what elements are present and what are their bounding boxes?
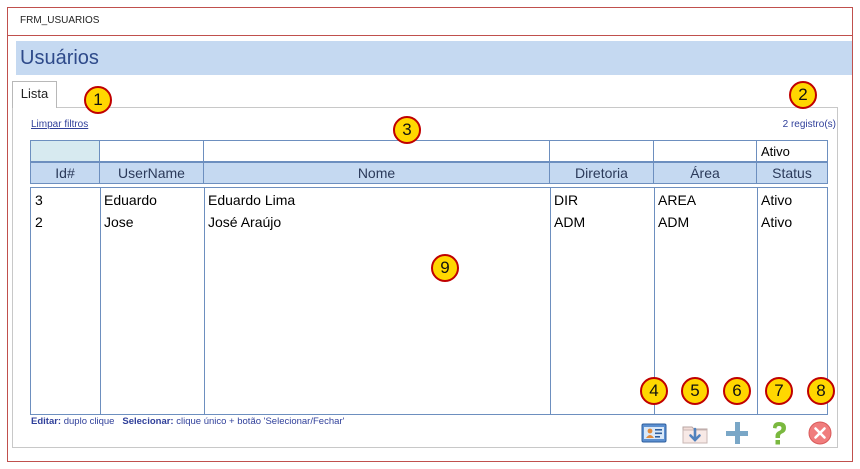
close-icon [808, 421, 832, 445]
cell-diretoria: ADM [554, 214, 586, 230]
filter-row: Ativo [30, 140, 828, 162]
cell-nome: Eduardo Lima [208, 192, 296, 208]
filter-area[interactable] [654, 141, 757, 161]
hint-select-text: clique único + botão 'Selecionar/Fechar' [176, 416, 345, 427]
export-folder-icon [682, 426, 708, 444]
help-button[interactable] [764, 418, 794, 448]
cell-area: ADM [658, 214, 690, 230]
column-header-id[interactable]: Id# [31, 163, 100, 183]
callout-2: 2 [789, 81, 817, 109]
cell-diretoria: DIR [554, 192, 579, 208]
close-button[interactable] [805, 418, 835, 448]
table-row[interactable]: 3 Eduardo Eduardo Lima DIR AREA Ativo [31, 189, 827, 211]
column-header-area[interactable]: Área [654, 163, 757, 183]
hint-select-label: Selecionar: [122, 416, 174, 427]
hint-edit-label: Editar: [31, 416, 62, 427]
title-separator [8, 35, 852, 36]
add-button[interactable] [722, 418, 752, 448]
filter-status[interactable]: Ativo [757, 141, 827, 161]
column-header-diretoria[interactable]: Diretoria [550, 163, 654, 183]
filter-id[interactable] [31, 141, 100, 161]
clear-filters-link[interactable]: Limpar filtros [31, 119, 88, 130]
hint-edit-text: duplo clique [63, 416, 115, 427]
tab-lista[interactable]: Lista [12, 81, 57, 108]
cell-nome: José Araújo [208, 214, 282, 230]
callout-3: 3 [393, 116, 421, 144]
cell-id: 2 [35, 214, 43, 230]
plus-icon [726, 422, 748, 444]
column-header-username[interactable]: UserName [100, 163, 204, 183]
callout-7: 7 [765, 377, 793, 405]
cell-id: 3 [35, 192, 43, 208]
record-count: 2 registro(s) [782, 119, 836, 130]
column-header-status[interactable]: Status [757, 163, 827, 183]
header-band: Usuários [16, 41, 852, 75]
column-header-row: Id# UserName Nome Diretoria Área Status [30, 162, 828, 184]
callout-9: 9 [431, 254, 459, 282]
cell-username: Eduardo [104, 192, 157, 208]
table-row[interactable]: 2 Jose José Araújo ADM ADM Ativo [31, 211, 827, 233]
page-title: Usuários [20, 47, 99, 69]
export-button[interactable] [680, 418, 710, 448]
column-header-nome[interactable]: Nome [204, 163, 550, 183]
window-title: FRM_USUARIOS [20, 15, 100, 26]
callout-8: 8 [807, 377, 835, 405]
usage-hint: Editar: duplo clique Selecionar: clique … [31, 416, 344, 427]
select-close-button[interactable] [639, 418, 669, 448]
filter-diretoria[interactable] [550, 141, 654, 161]
callout-1: 1 [84, 86, 112, 114]
filter-username[interactable] [100, 141, 204, 161]
help-icon [773, 422, 786, 445]
cell-area: AREA [658, 192, 697, 208]
cell-status: Ativo [761, 214, 793, 230]
callout-4: 4 [640, 377, 668, 405]
cell-username: Jose [104, 214, 134, 230]
callout-6: 6 [723, 377, 751, 405]
callout-5: 5 [681, 377, 709, 405]
data-grid[interactable]: 3 Eduardo Eduardo Lima DIR AREA Ativo 2 … [30, 187, 828, 415]
id-card-icon [641, 423, 667, 443]
filter-nome[interactable] [204, 141, 550, 161]
cell-status: Ativo [761, 192, 793, 208]
